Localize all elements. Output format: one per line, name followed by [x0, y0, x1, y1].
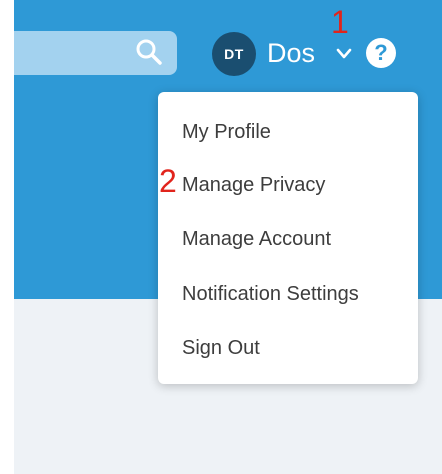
menu-item-my-profile[interactable]: My Profile — [182, 119, 271, 145]
help-icon[interactable]: ? — [366, 38, 396, 68]
menu-item-manage-privacy[interactable]: Manage Privacy — [182, 172, 325, 198]
user-name[interactable]: Dos — [267, 36, 315, 70]
user-dropdown-menu: My Profile Manage Privacy Manage Account… — [158, 92, 418, 384]
menu-item-notification-settings[interactable]: Notification Settings — [182, 281, 359, 307]
avatar[interactable]: DT — [212, 32, 256, 76]
chevron-down-icon[interactable] — [336, 48, 352, 60]
search-icon[interactable] — [134, 37, 164, 67]
menu-item-sign-out[interactable]: Sign Out — [182, 335, 260, 361]
annotation-1: 1 — [331, 4, 349, 40]
app-frame: DT Dos ? 1 My Profile Manage Privacy Man… — [14, 0, 442, 474]
menu-item-manage-account[interactable]: Manage Account — [182, 226, 331, 252]
annotation-2: 2 — [159, 163, 177, 199]
search-input[interactable] — [14, 31, 177, 75]
